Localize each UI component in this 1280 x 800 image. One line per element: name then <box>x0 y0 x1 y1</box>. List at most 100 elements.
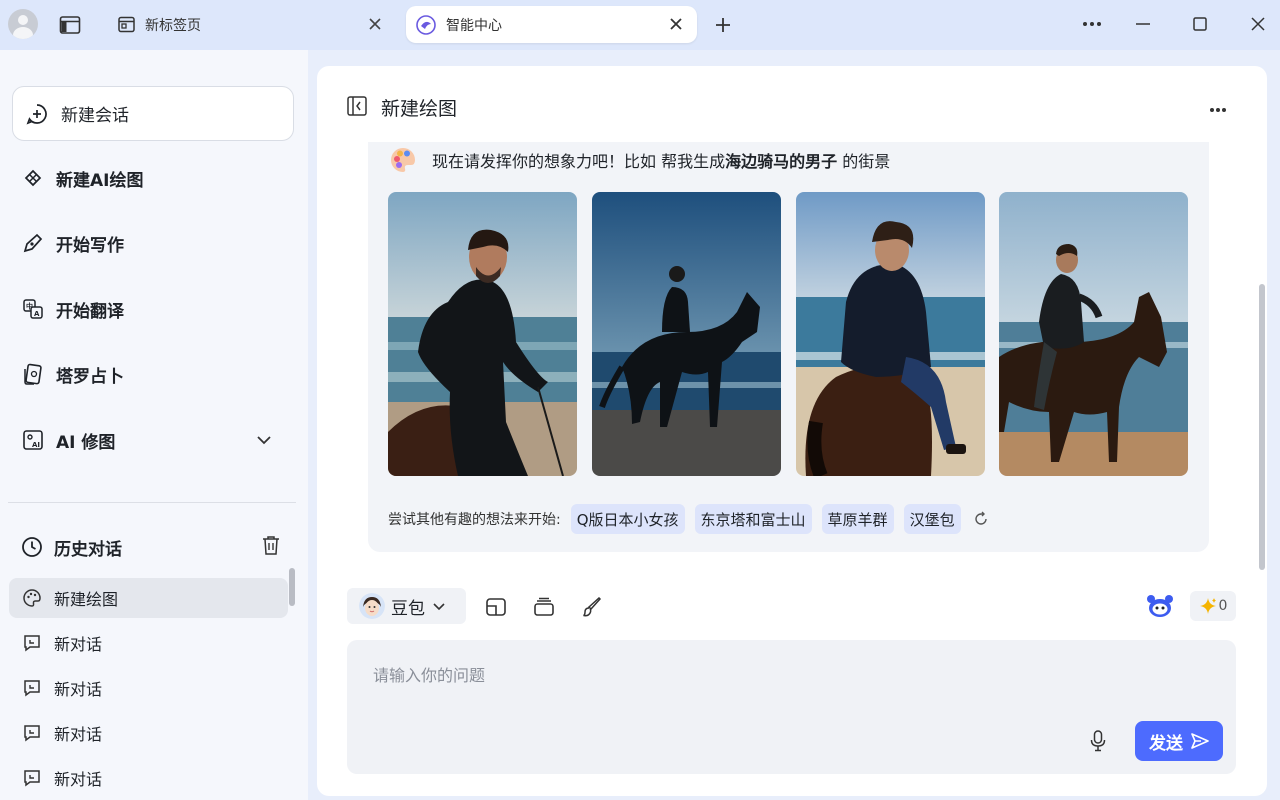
history-item[interactable]: 新对话 <box>9 623 288 663</box>
main-scrollbar[interactable] <box>1259 284 1265 570</box>
send-button[interactable]: 发送 <box>1135 721 1223 761</box>
tarot-icon <box>20 361 46 387</box>
add-chat-icon <box>25 102 49 126</box>
stack-icon[interactable] <box>531 594 557 620</box>
main-panel: 新建绘图 现在请发挥你的想象力吧！比如 帮我生成 海边骑马的男子 的街景 尝试其… <box>317 66 1267 796</box>
ai-draw-icon <box>20 165 46 191</box>
chat-input-box: 发送 <box>347 640 1236 774</box>
sidebar-item-tarot[interactable]: 塔罗占卜 <box>20 354 280 394</box>
sidebar-item-label: 塔罗占卜 <box>56 366 124 387</box>
brush-icon[interactable] <box>579 594 605 620</box>
history-item-label: 新建绘图 <box>54 590 119 609</box>
collapse-sidebar-icon[interactable] <box>347 96 367 120</box>
sidebar: 新建会话 新建AI绘图 开始写作 中A 开始翻译 塔罗占卜 AI AI 修图 历… <box>0 50 308 800</box>
sidebar-toggle-icon[interactable] <box>58 13 82 37</box>
history-item[interactable]: 新建绘图 <box>9 578 288 618</box>
suggestion-chip[interactable]: 汉堡包 <box>903 504 961 534</box>
history-item[interactable]: 新对话 <box>9 713 288 753</box>
chevron-down-icon <box>433 596 445 616</box>
more-options-icon[interactable] <box>1209 98 1227 117</box>
chat-input[interactable] <box>373 660 1073 690</box>
model-selector[interactable]: 豆包 <box>347 588 466 624</box>
tab-label: 智能中心 <box>446 17 502 34</box>
user-avatar[interactable] <box>8 9 38 39</box>
more-menu-icon[interactable] <box>1080 12 1104 36</box>
maximize-icon[interactable] <box>1188 12 1212 36</box>
color-palette-icon <box>388 145 418 175</box>
sidebar-item-label: AI 修图 <box>56 432 116 453</box>
sidebar-item-translate[interactable]: 中A 开始翻译 <box>20 289 280 329</box>
history-header: 历史对话 <box>20 532 282 562</box>
history-item-label: 新对话 <box>54 635 103 654</box>
send-arrow-icon <box>1191 732 1209 750</box>
microphone-icon[interactable] <box>1090 730 1106 756</box>
example-image-2[interactable] <box>592 192 781 476</box>
close-icon[interactable] <box>667 15 685 33</box>
mascot-icon[interactable] <box>1145 592 1175 620</box>
sidebar-item-ai-photo-edit[interactable]: AI AI 修图 <box>20 420 280 460</box>
tab-ai-center[interactable]: 智能中心 <box>406 6 697 43</box>
suggestion-chip[interactable]: 东京塔和富士山 <box>694 504 812 534</box>
suggestion-chip[interactable]: 草原羊群 <box>821 504 894 534</box>
suggestion-chip[interactable]: Q版日本小女孩 <box>570 504 685 534</box>
history-title: 历史对话 <box>54 539 122 560</box>
chat-icon <box>21 677 43 699</box>
sidebar-item-writing[interactable]: 开始写作 <box>20 223 280 263</box>
history-item-label: 新对话 <box>54 770 103 789</box>
layout-icon[interactable] <box>483 594 509 620</box>
chat-icon <box>21 767 43 789</box>
model-label: 豆包 <box>391 598 425 619</box>
sidebar-item-ai-draw[interactable]: 新建AI绘图 <box>20 158 280 198</box>
minimize-icon[interactable] <box>1131 12 1155 36</box>
doubao-avatar-icon <box>359 593 385 619</box>
clock-icon <box>20 535 44 559</box>
example-image-3[interactable] <box>796 192 985 476</box>
chat-icon <box>21 632 43 654</box>
history-item[interactable]: 新对话 <box>9 758 288 798</box>
prompt-highlight: 海边骑马的男子 <box>725 152 838 171</box>
sidebar-item-label: 开始写作 <box>56 235 124 256</box>
suggestions-row: 尝试其他有趣的想法来开始: Q版日本小女孩 东京塔和富士山 草原羊群 汉堡包 <box>388 504 989 534</box>
prompt-hint: 现在请发挥你的想象力吧！比如 帮我生成 海边骑马的男子 的街景 <box>388 146 890 174</box>
history-item-label: 新对话 <box>54 725 103 744</box>
tab-new-tab[interactable]: 新标签页 <box>108 6 398 43</box>
new-chat-label: 新建会话 <box>61 106 129 126</box>
sidebar-scrollbar[interactable] <box>289 568 295 606</box>
trash-icon[interactable] <box>262 535 280 560</box>
chevron-down-icon[interactable] <box>256 430 272 450</box>
credit-badge[interactable]: 0 <box>1190 591 1236 621</box>
sidebar-item-label: 开始翻译 <box>56 301 124 322</box>
new-tab-plus-icon[interactable] <box>711 13 735 37</box>
title-bar: 新标签页 智能中心 <box>0 0 1280 50</box>
photo-edit-icon: AI <box>20 427 46 453</box>
tab-label: 新标签页 <box>145 17 201 34</box>
send-label: 发送 <box>1149 733 1183 754</box>
sidebar-item-label: 新建AI绘图 <box>56 170 144 191</box>
svg-text:AI: AI <box>32 441 40 449</box>
chat-icon <box>21 722 43 744</box>
palette-icon <box>21 587 43 609</box>
example-image-4[interactable] <box>999 192 1188 476</box>
welcome-card: 现在请发挥你的想象力吧！比如 帮我生成 海边骑马的男子 的街景 尝试其他有趣的想… <box>368 142 1209 552</box>
close-icon[interactable] <box>366 15 384 33</box>
example-image-1[interactable] <box>388 192 577 476</box>
refresh-icon[interactable] <box>973 511 989 527</box>
main-header: 新建绘图 <box>317 66 1267 146</box>
newtab-icon <box>118 16 135 33</box>
suggest-label: 尝试其他有趣的想法来开始: <box>388 512 561 528</box>
page-title: 新建绘图 <box>381 98 458 120</box>
svg-text:A: A <box>34 310 40 318</box>
pen-icon <box>20 230 46 256</box>
history-item[interactable]: 新对话 <box>9 668 288 708</box>
translate-icon: 中A <box>20 296 46 322</box>
new-chat-button[interactable]: 新建会话 <box>12 86 294 141</box>
history-item-label: 新对话 <box>54 680 103 699</box>
prompt-prefix: 现在请发挥你的想象力吧！比如 帮我生成 <box>432 152 726 171</box>
credit-count: 0 <box>1218 598 1228 614</box>
ai-center-icon <box>416 14 436 35</box>
prompt-suffix: 的街景 <box>837 152 891 171</box>
window-close-icon[interactable] <box>1246 12 1270 36</box>
svg-text:中: 中 <box>26 302 33 311</box>
sparkle-icon <box>1199 597 1217 615</box>
sidebar-divider <box>8 502 296 503</box>
